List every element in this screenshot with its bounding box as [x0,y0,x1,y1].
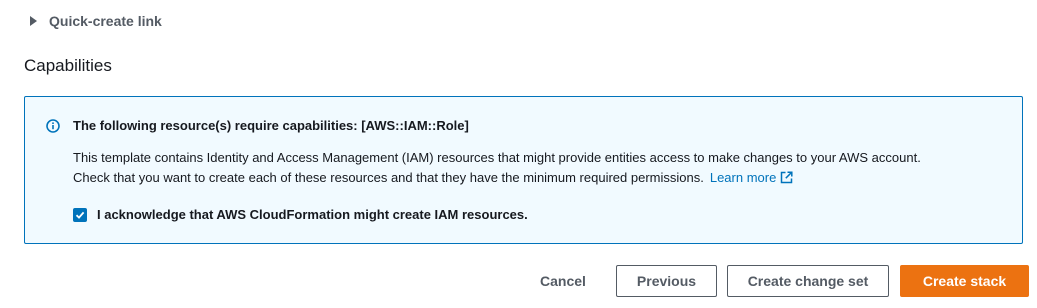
alert-body-line-1: This template contains Identity and Acce… [73,150,921,165]
alert-title: The following resource(s) require capabi… [73,118,469,133]
acknowledge-iam-checkbox[interactable] [73,207,87,222]
cancel-button[interactable]: Cancel [527,265,599,297]
acknowledge-iam-label: I acknowledge that AWS CloudFormation mi… [97,207,528,222]
alert-body-line-2-row: Check that you want to create each of th… [73,168,1013,188]
quick-create-link-toggle[interactable]: Quick-create link [30,10,162,32]
acknowledge-iam-row[interactable]: I acknowledge that AWS CloudFormation mi… [73,207,528,222]
learn-more-link[interactable]: Learn more [710,170,793,185]
alert-body-line-2: Check that you want to create each of th… [73,170,704,185]
quick-create-link-label: Quick-create link [49,13,162,29]
capabilities-heading: Capabilities [24,56,112,75]
create-stack-button[interactable]: Create stack [900,265,1029,297]
capabilities-info-alert: The following resource(s) require capabi… [24,96,1023,244]
create-change-set-button[interactable]: Create change set [727,265,889,297]
alert-body: This template contains Identity and Acce… [73,148,1013,188]
learn-more-label: Learn more [709,170,777,185]
external-link-icon [781,171,793,184]
checkmark-icon [75,211,85,219]
caret-right-icon [30,16,37,26]
info-icon [46,119,60,133]
previous-button[interactable]: Previous [616,265,717,297]
